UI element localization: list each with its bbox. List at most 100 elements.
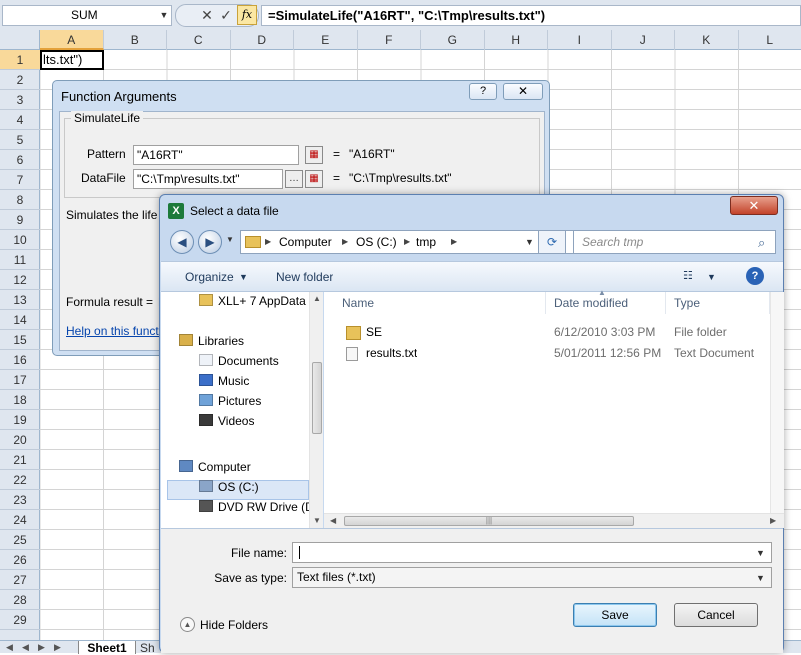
select-all-corner[interactable]: [0, 30, 40, 50]
row-header-6[interactable]: 6: [0, 150, 40, 170]
nav-item-documents[interactable]: Documents: [199, 351, 279, 371]
row-header-9[interactable]: 9: [0, 210, 40, 230]
column-header-k[interactable]: K: [675, 30, 739, 50]
column-header-type[interactable]: Type: [666, 292, 770, 314]
forward-button[interactable]: ▶: [198, 230, 222, 254]
column-header-j[interactable]: J: [612, 30, 676, 50]
sheet-tab-sheet1[interactable]: Sheet1: [78, 641, 136, 654]
file-list-scroll-track[interactable]: [770, 292, 784, 528]
row-header-11[interactable]: 11: [0, 250, 40, 270]
search-input[interactable]: Search tmp: [573, 230, 776, 254]
nav-scroll-thumb[interactable]: [312, 362, 322, 434]
row-header-2[interactable]: 2: [0, 70, 40, 90]
new-folder-button[interactable]: New folder: [276, 270, 333, 284]
prev-sheet-icon[interactable]: ◀: [22, 642, 29, 653]
confirm-entry-icon[interactable]: ✓: [216, 5, 236, 26]
column-header-date-modified[interactable]: Date modified: [546, 292, 666, 314]
column-header-l[interactable]: L: [739, 30, 801, 50]
hide-folders-icon[interactable]: ▲: [180, 617, 195, 632]
column-header-d[interactable]: D: [231, 30, 295, 50]
row-header-29[interactable]: 29: [0, 610, 40, 630]
file-row[interactable]: SE6/12/2010 3:03 PMFile folder: [324, 322, 784, 343]
organize-dropdown-icon[interactable]: ▼: [239, 272, 248, 282]
datafile-input[interactable]: "C:\Tmp\results.txt": [133, 169, 283, 189]
first-sheet-icon[interactable]: ◀: [6, 642, 13, 653]
nav-item-dvd-rw-drive-d[interactable]: DVD RW Drive (D: [199, 497, 314, 517]
back-button[interactable]: ◀: [170, 230, 194, 254]
file-row[interactable]: results.txt5/01/2011 12:56 PMText Docume…: [324, 343, 784, 364]
close-button[interactable]: ✕: [730, 196, 778, 215]
row-header-17[interactable]: 17: [0, 370, 40, 390]
scroll-right-icon[interactable]: ▶: [770, 516, 776, 525]
row-header-18[interactable]: 18: [0, 390, 40, 410]
insert-function-icon[interactable]: fx: [237, 5, 257, 25]
scroll-left-icon[interactable]: ◀: [330, 516, 336, 525]
help-button[interactable]: ?: [469, 83, 497, 100]
file-name-dropdown-icon[interactable]: ▼: [756, 544, 765, 563]
row-header-5[interactable]: 5: [0, 130, 40, 150]
row-header-28[interactable]: 28: [0, 590, 40, 610]
column-header-e[interactable]: E: [294, 30, 358, 50]
active-cell-a1[interactable]: lts.txt"): [40, 50, 104, 70]
column-header-f[interactable]: F: [358, 30, 422, 50]
row-header-14[interactable]: 14: [0, 310, 40, 330]
nav-item-xll-7-appdata[interactable]: XLL+ 7 AppData: [199, 291, 306, 311]
hide-folders-link[interactable]: Hide Folders: [200, 618, 268, 632]
breadcrumb-os-c[interactable]: OS (C:): [356, 231, 397, 253]
browse-icon[interactable]: …: [285, 170, 303, 188]
row-header-21[interactable]: 21: [0, 450, 40, 470]
row-header-25[interactable]: 25: [0, 530, 40, 550]
nav-item-libraries[interactable]: Libraries: [179, 331, 244, 351]
row-header-8[interactable]: 8: [0, 190, 40, 210]
view-options-icon[interactable]: ☷: [683, 269, 693, 282]
column-header-a[interactable]: A: [40, 30, 104, 50]
collapse-dialog-icon[interactable]: ▦: [305, 170, 323, 188]
cancel-button[interactable]: Cancel: [674, 603, 758, 627]
recent-locations-icon[interactable]: ▼: [226, 235, 236, 244]
cancel-entry-icon[interactable]: ✕: [197, 5, 217, 26]
nav-item-pictures[interactable]: Pictures: [199, 391, 261, 411]
horizontal-scroll-thumb[interactable]: |||: [344, 516, 634, 526]
row-header-1[interactable]: 1: [0, 50, 40, 70]
address-dropdown-icon[interactable]: ▼: [525, 231, 534, 253]
row-header-19[interactable]: 19: [0, 410, 40, 430]
row-header-3[interactable]: 3: [0, 90, 40, 110]
breadcrumb-computer[interactable]: Computer: [279, 231, 332, 253]
row-header-20[interactable]: 20: [0, 430, 40, 450]
row-header-13[interactable]: 13: [0, 290, 40, 310]
view-dropdown-icon[interactable]: ▼: [707, 272, 716, 282]
save-as-type-select[interactable]: Text files (*.txt) ▼: [292, 567, 772, 588]
column-header-h[interactable]: H: [485, 30, 549, 50]
row-header-4[interactable]: 4: [0, 110, 40, 130]
horizontal-scrollbar[interactable]: ◀ ||| ▶: [324, 513, 784, 528]
search-icon[interactable]: ⌕: [758, 235, 765, 251]
column-header-i[interactable]: I: [548, 30, 612, 50]
nav-scrollbar[interactable]: ▲ ▼: [309, 292, 323, 528]
row-header-10[interactable]: 10: [0, 230, 40, 250]
help-icon[interactable]: ?: [746, 267, 764, 285]
name-box[interactable]: SUM: [2, 5, 172, 26]
last-sheet-icon[interactable]: ▶: [54, 642, 61, 653]
breadcrumb-tmp[interactable]: tmp: [416, 231, 436, 253]
refresh-button[interactable]: ⟳: [538, 230, 566, 254]
column-header-c[interactable]: C: [167, 30, 231, 50]
address-bar[interactable]: ▶ Computer ▶ OS (C:) ▶ tmp ▶ ▼: [240, 230, 626, 254]
collapse-dialog-icon[interactable]: ▦: [305, 146, 323, 164]
row-header-23[interactable]: 23: [0, 490, 40, 510]
save-button[interactable]: Save: [573, 603, 657, 627]
column-header-b[interactable]: B: [104, 30, 168, 50]
column-header-name[interactable]: Name: [334, 292, 546, 314]
row-header-27[interactable]: 27: [0, 570, 40, 590]
file-name-input[interactable]: ▼: [292, 542, 772, 563]
scroll-down-icon[interactable]: ▼: [313, 516, 321, 525]
close-button[interactable]: ✕: [503, 83, 543, 100]
row-header-15[interactable]: 15: [0, 330, 40, 350]
pattern-input[interactable]: "A16RT": [133, 145, 299, 165]
nav-item-computer[interactable]: Computer: [179, 457, 251, 477]
column-header-g[interactable]: G: [421, 30, 485, 50]
row-header-22[interactable]: 22: [0, 470, 40, 490]
row-header-24[interactable]: 24: [0, 510, 40, 530]
organize-button[interactable]: Organize: [185, 270, 234, 284]
formula-input[interactable]: =SimulateLife("A16RT", "C:\Tmp\results.t…: [261, 5, 801, 26]
row-header-7[interactable]: 7: [0, 170, 40, 190]
